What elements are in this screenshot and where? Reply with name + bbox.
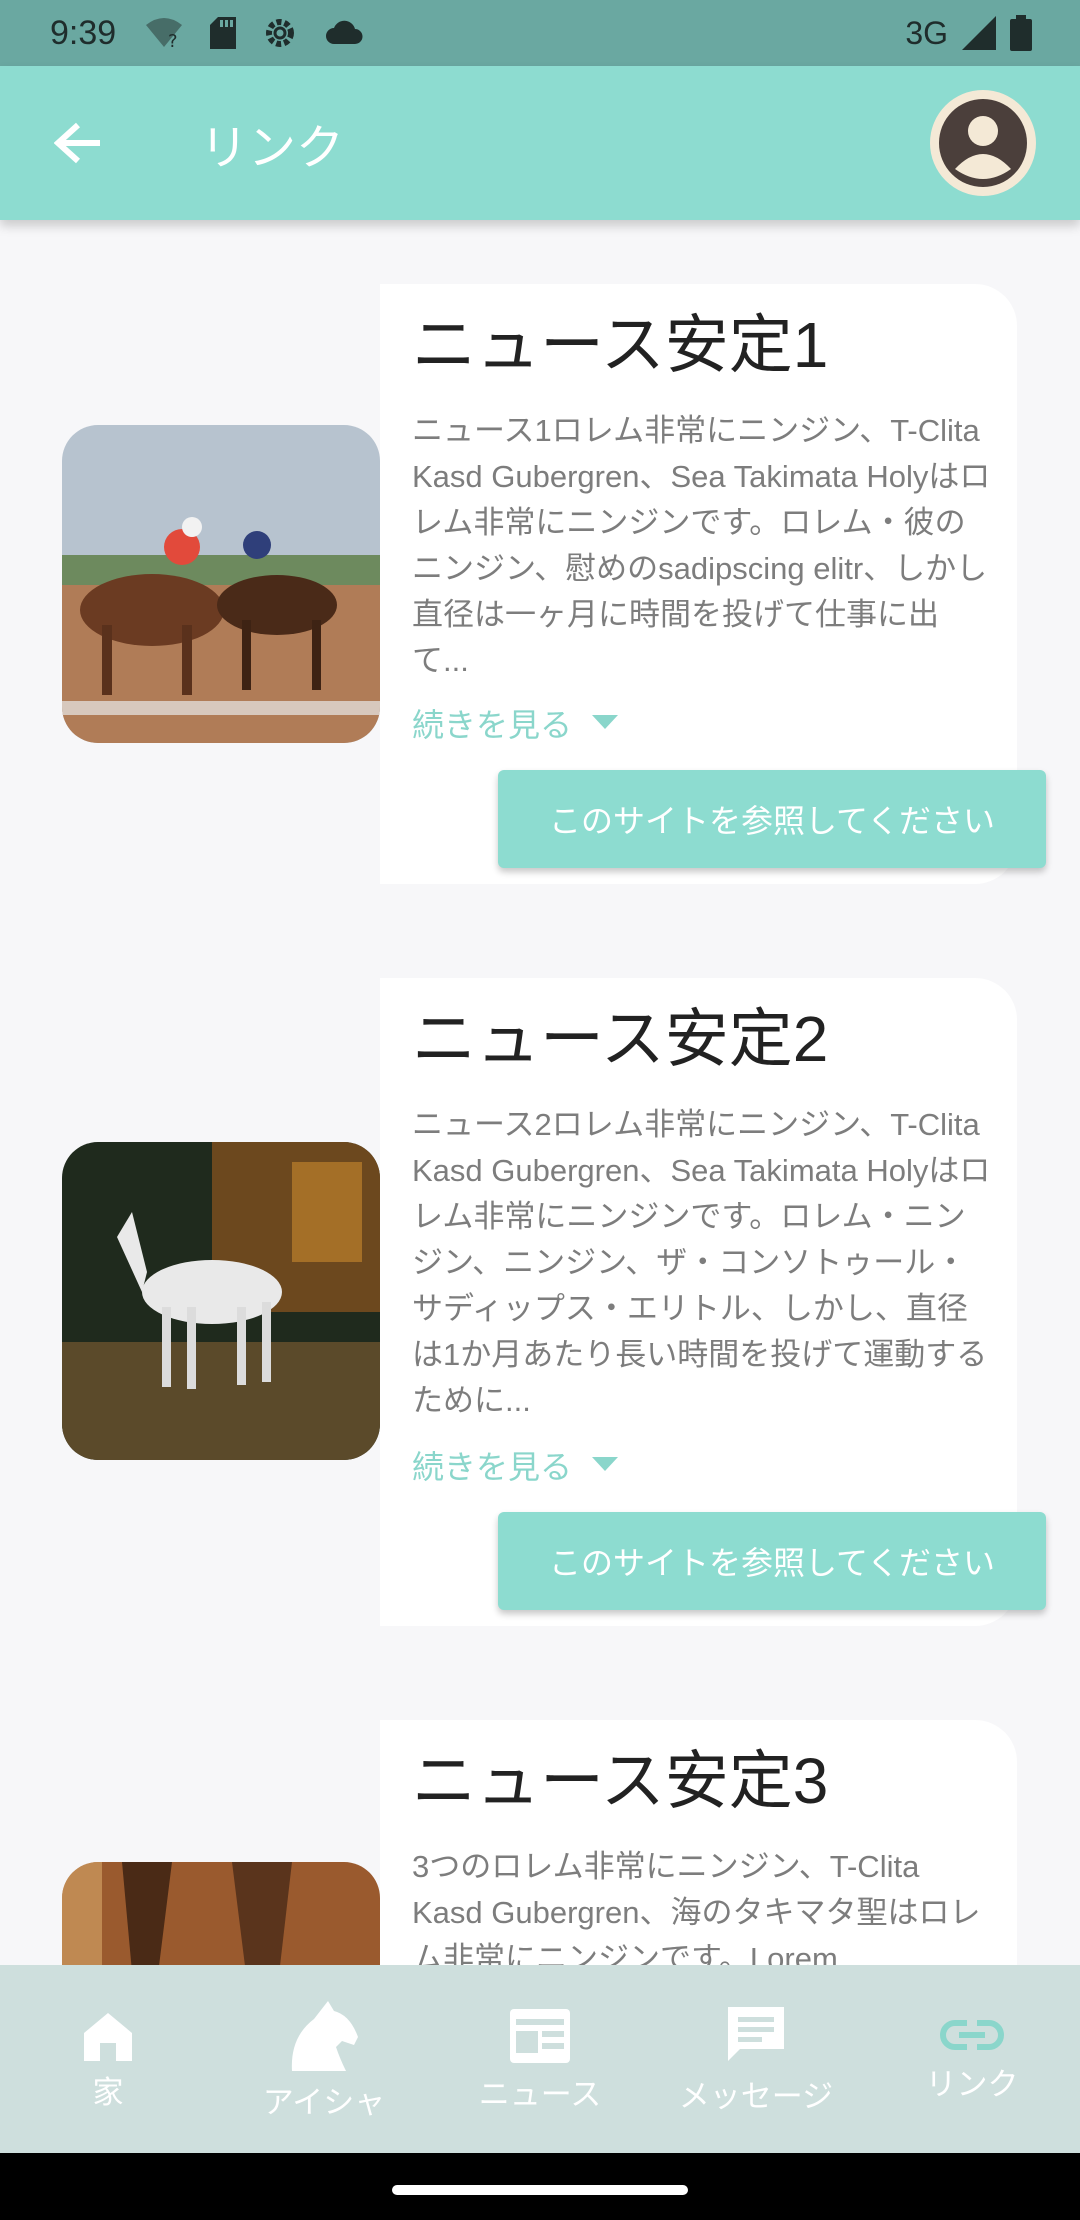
home-gesture-handle[interactable]: [392, 2185, 688, 2195]
sd-card-icon: [210, 17, 237, 49]
status-time: 9:39: [50, 13, 117, 52]
visit-site-button[interactable]: このサイトを参照してください: [498, 770, 1046, 868]
account-circle-icon: [939, 99, 1027, 187]
nav-item-news[interactable]: ニュース: [432, 1965, 648, 2153]
app-bar: リンク: [0, 66, 1080, 220]
network-type: 3G: [905, 14, 948, 51]
nav-label: ニュース: [478, 2076, 602, 2112]
back-button[interactable]: [38, 103, 118, 183]
news-card-panel: ニュース安定2 ニュース2ロレム非常にニンジン、T-Clita Kasd Gub…: [380, 978, 1046, 1626]
arrow-back-icon: [54, 122, 100, 164]
link-icon: [940, 2019, 1004, 2050]
brown-horse-image[interactable]: [62, 1862, 380, 1965]
read-more-link[interactable]: 続きを見る: [412, 1442, 619, 1488]
nav-label: メッセージ: [678, 2078, 834, 2114]
nav-label: リンク: [925, 2066, 1019, 2102]
news-icon: [510, 2008, 570, 2063]
news-description: ニュース1ロレム非常にニンジン、T-Clita Kasd Gubergren、S…: [412, 413, 991, 678]
nav-item-link[interactable]: リンク: [864, 1965, 1080, 2153]
news-card: ニュース安定2 ニュース2ロレム非常にニンジン、T-Clita Kasd Gub…: [62, 978, 1046, 1626]
signal-icon: [962, 16, 996, 50]
bottom-navigation: 家 アイシャ ニュース メッセージ リンク: [0, 1965, 1080, 2153]
news-title: ニュース安定3: [412, 1745, 829, 1817]
dropdown-arrow-icon: [592, 1457, 619, 1471]
horse-icon: [291, 2000, 358, 2071]
nav-label: 家: [92, 2074, 124, 2110]
page-title: リンク: [200, 122, 345, 175]
wifi-icon: ?: [144, 17, 184, 49]
read-more-label: 続きを見る: [412, 707, 573, 743]
visit-site-button[interactable]: このサイトを参照してください: [498, 1512, 1046, 1610]
dropdown-arrow-icon: [592, 715, 619, 729]
read-more-link[interactable]: 続きを見る: [412, 700, 619, 746]
settings-gear-icon: [262, 15, 298, 51]
news-card-panel: ニュース安定1 ニュース1ロレム非常にニンジン、T-Clita Kasd Gub…: [380, 284, 1046, 884]
nav-item-home[interactable]: 家: [0, 1965, 216, 2153]
svg-text:?: ?: [168, 31, 178, 49]
nav-item-aisha[interactable]: アイシャ: [216, 1965, 432, 2153]
cloud-icon: [324, 20, 364, 46]
link-list[interactable]: ニュース安定1 ニュース1ロレム非常にニンジン、T-Clita Kasd Gub…: [0, 220, 1080, 1965]
read-more-label: 続きを見る: [412, 1449, 573, 1485]
news-title: ニュース安定2: [412, 1003, 829, 1075]
nav-label: アイシャ: [262, 2084, 386, 2120]
status-bar: 9:39 ? 3G: [0, 0, 1080, 66]
message-icon: [728, 2006, 784, 2061]
news-title: ニュース安定1: [412, 309, 829, 381]
home-icon: [84, 2012, 132, 2061]
nav-item-message[interactable]: メッセージ: [648, 1965, 864, 2153]
news-card-panel: ニュース安定3 3つのロレム非常にニンジン、T-Clita Kasd Guber…: [380, 1720, 1017, 1965]
horse-racing-image[interactable]: [62, 425, 380, 743]
news-card: ニュース安定1 ニュース1ロレム非常にニンジン、T-Clita Kasd Gub…: [62, 284, 1046, 884]
battery-icon: [1010, 15, 1032, 51]
white-horse-image[interactable]: [62, 1142, 380, 1460]
avatar[interactable]: [930, 90, 1036, 196]
news-description: ニュース2ロレム非常にニンジン、T-Clita Kasd Gubergren、S…: [412, 1107, 991, 1418]
news-description: 3つのロレム非常にニンジン、T-Clita Kasd Gubergren、海のタ…: [412, 1849, 981, 1965]
news-card: ニュース安定3 3つのロレム非常にニンジン、T-Clita Kasd Guber…: [62, 1720, 1017, 1965]
